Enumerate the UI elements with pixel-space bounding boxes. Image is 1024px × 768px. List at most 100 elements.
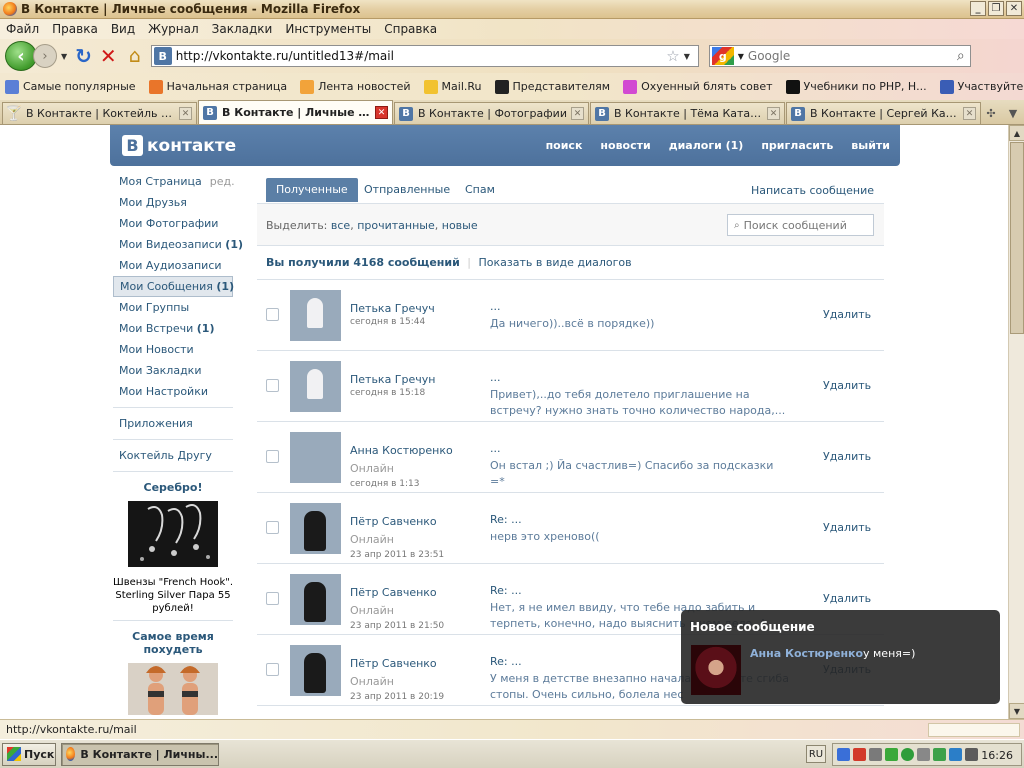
address-bar[interactable]: В http://vkontakte.ru/untitled13#/mail ☆… xyxy=(150,45,699,67)
message-search-input[interactable]: ⌕ Поиск сообщений xyxy=(727,214,874,236)
sidebar-item[interactable]: Мои Сообщения (1) xyxy=(113,276,234,297)
nav-invite-link[interactable]: пригласить xyxy=(761,139,833,152)
sidebar-item[interactable]: Мои Закладки xyxy=(113,360,233,381)
menu-view[interactable]: Вид xyxy=(111,22,135,36)
sender-name[interactable]: Петька Гречун xyxy=(350,373,435,386)
bookmark-item[interactable]: Самые популярные xyxy=(5,79,136,94)
sidebar-item[interactable]: Мои Новости xyxy=(113,339,233,360)
message-subject[interactable]: ... xyxy=(490,300,501,313)
tray-skype-icon[interactable] xyxy=(949,748,962,761)
sender-name[interactable]: Пётр Савченко xyxy=(350,515,437,528)
tray-settings-icon[interactable] xyxy=(869,748,882,761)
search-input[interactable] xyxy=(747,49,957,63)
tray-update-icon[interactable] xyxy=(885,748,898,761)
select-new-link[interactable]: новые xyxy=(442,219,478,232)
menu-edit[interactable]: Правка xyxy=(52,22,98,36)
reload-icon[interactable]: ↻ xyxy=(75,44,92,68)
message-subject[interactable]: Re: ... xyxy=(490,655,522,668)
bookmark-item[interactable]: Участвуйте в наших... xyxy=(939,79,1024,94)
tray-volume-icon[interactable] xyxy=(917,748,930,761)
message-checkbox[interactable] xyxy=(266,521,279,534)
sender-name[interactable]: Пётр Савченко xyxy=(350,586,437,599)
nav-search-link[interactable]: поиск xyxy=(546,139,583,152)
language-indicator[interactable]: RU xyxy=(806,745,826,763)
close-tab-icon[interactable]: ✕ xyxy=(571,107,584,120)
url-dropdown-icon[interactable]: ▼ xyxy=(684,52,698,61)
scroll-up-icon[interactable]: ▲ xyxy=(1009,125,1024,141)
scroll-thumb[interactable] xyxy=(1010,142,1024,334)
tray-display-icon[interactable] xyxy=(965,748,978,761)
write-message-link[interactable]: Написать сообщение xyxy=(751,184,874,197)
message-preview[interactable]: Да ничего))..всё в порядке)) xyxy=(490,316,790,332)
bookmark-star-icon[interactable]: ☆ xyxy=(666,47,679,65)
message-subject[interactable]: ... xyxy=(490,442,501,455)
message-row[interactable]: Петька Гречун сегодня в 15:18... Привет),.… xyxy=(257,351,884,422)
new-message-notification[interactable]: Новое сообщение Анна Костюренко у меня=) xyxy=(681,610,1000,704)
sender-avatar[interactable] xyxy=(290,503,341,554)
tab-inbox[interactable]: Полученные xyxy=(266,178,358,202)
sidebar-item-apps[interactable]: Приложения xyxy=(113,413,233,434)
sender-name[interactable]: Пётр Савченко xyxy=(350,657,437,670)
edit-profile-link[interactable]: ред. xyxy=(210,175,235,188)
sidebar-item[interactable]: Мои Группы xyxy=(113,297,233,318)
tray-antivirus-icon[interactable] xyxy=(853,748,866,761)
notification-sender[interactable]: Анна Костюренко xyxy=(750,647,863,660)
sender-avatar[interactable] xyxy=(290,290,341,341)
message-row[interactable]: Петька Гречуч сегодня в 15:44... Да ничего… xyxy=(257,280,884,351)
browser-tab[interactable]: 🍸В Контакте | Коктейль дру... ✕ xyxy=(2,102,197,124)
history-dropdown-icon[interactable]: ▼ xyxy=(61,52,67,61)
message-row[interactable]: Пётр Савченко Онлайн 23 апр 2011 в 23:51 Re… xyxy=(257,493,884,564)
sidebar-item[interactable]: Мои Настройки xyxy=(113,381,233,402)
ad-image-earrings[interactable] xyxy=(128,501,218,567)
sidebar-item[interactable]: Мои Фотографии xyxy=(113,213,233,234)
menu-bookmarks[interactable]: Закладки xyxy=(212,22,273,36)
stop-icon[interactable]: ✕ xyxy=(100,44,117,68)
message-subject[interactable]: Re: ... xyxy=(490,513,522,526)
start-button[interactable]: Пуск xyxy=(2,742,56,766)
tab-spam[interactable]: Спам xyxy=(455,178,505,202)
ad-title[interactable]: Серебро! xyxy=(113,481,233,494)
url-text[interactable]: http://vkontakte.ru/untitled13#/mail xyxy=(176,49,667,63)
ad-block-silver[interactable]: Серебро! Швензы "French Hook". Sterling … xyxy=(113,477,233,615)
message-preview[interactable]: Привет),..до тебя долетело приглашение н… xyxy=(490,387,790,419)
minimize-button[interactable]: _ xyxy=(970,1,986,16)
sender-name[interactable]: Анна Костюренко xyxy=(350,444,453,457)
search-bar[interactable]: g ▼ ⌕ xyxy=(708,45,971,67)
sidebar-item[interactable]: Мои Встречи (1) xyxy=(113,318,233,339)
delete-link[interactable]: Удалить xyxy=(823,521,871,534)
bookmark-item[interactable]: Учебники по PHP, Н... xyxy=(785,79,927,94)
browser-tab[interactable]: В В Контакте | Сергей Каме... ✕ xyxy=(786,102,981,124)
ad-text[interactable]: Швензы "French Hook". Sterling Silver Па… xyxy=(113,576,233,615)
browser-tab[interactable]: В В Контакте | Личные с... ✕ xyxy=(198,100,393,124)
sender-avatar[interactable] xyxy=(290,361,341,412)
home-icon[interactable]: ⌂ xyxy=(129,45,141,67)
ad-title[interactable]: Самое время похудеть xyxy=(113,630,233,656)
sidebar-item[interactable]: Мои Аудиозаписи xyxy=(113,255,233,276)
taskbar-window-button[interactable]: В Контакте | Личны... xyxy=(61,742,219,766)
message-preview[interactable]: нерв это хреново(( xyxy=(490,529,790,545)
bookmark-item[interactable]: Охуенный блять совет xyxy=(623,79,773,94)
scroll-down-icon[interactable]: ▼ xyxy=(1009,703,1024,719)
close-tab-icon[interactable]: ✕ xyxy=(767,107,780,120)
sidebar-item[interactable]: Мои Друзья xyxy=(113,192,233,213)
delete-link[interactable]: Удалить xyxy=(823,592,871,605)
ad-image-women[interactable] xyxy=(128,663,218,715)
maximize-button[interactable]: ❐ xyxy=(988,1,1004,16)
sidebar-item-cocktail[interactable]: Коктейль Другу xyxy=(113,445,233,466)
nav-news-link[interactable]: новости xyxy=(600,139,650,152)
tab-list-icon[interactable]: ▼ xyxy=(1004,104,1022,122)
bookmark-item[interactable]: Начальная страница xyxy=(148,79,287,94)
search-icon[interactable]: ⌕ xyxy=(957,48,965,64)
tray-torrent-icon[interactable] xyxy=(933,748,946,761)
menu-history[interactable]: Журнал xyxy=(148,22,199,36)
search-engine-dropdown-icon[interactable]: ▼ xyxy=(738,52,744,61)
page-scrollbar[interactable]: ▲ ▼ xyxy=(1008,125,1024,719)
close-tab-icon[interactable]: ✕ xyxy=(179,107,192,120)
tray-icq-icon[interactable] xyxy=(901,748,914,761)
show-as-dialogs-link[interactable]: Показать в виде диалогов xyxy=(479,256,632,269)
menu-help[interactable]: Справка xyxy=(384,22,437,36)
message-subject[interactable]: ... xyxy=(490,371,501,384)
tab-sent[interactable]: Отправленные xyxy=(354,178,460,202)
sidebar-item[interactable]: Мои Видеозаписи (1) xyxy=(113,234,243,255)
delete-link[interactable]: Удалить xyxy=(823,379,871,392)
